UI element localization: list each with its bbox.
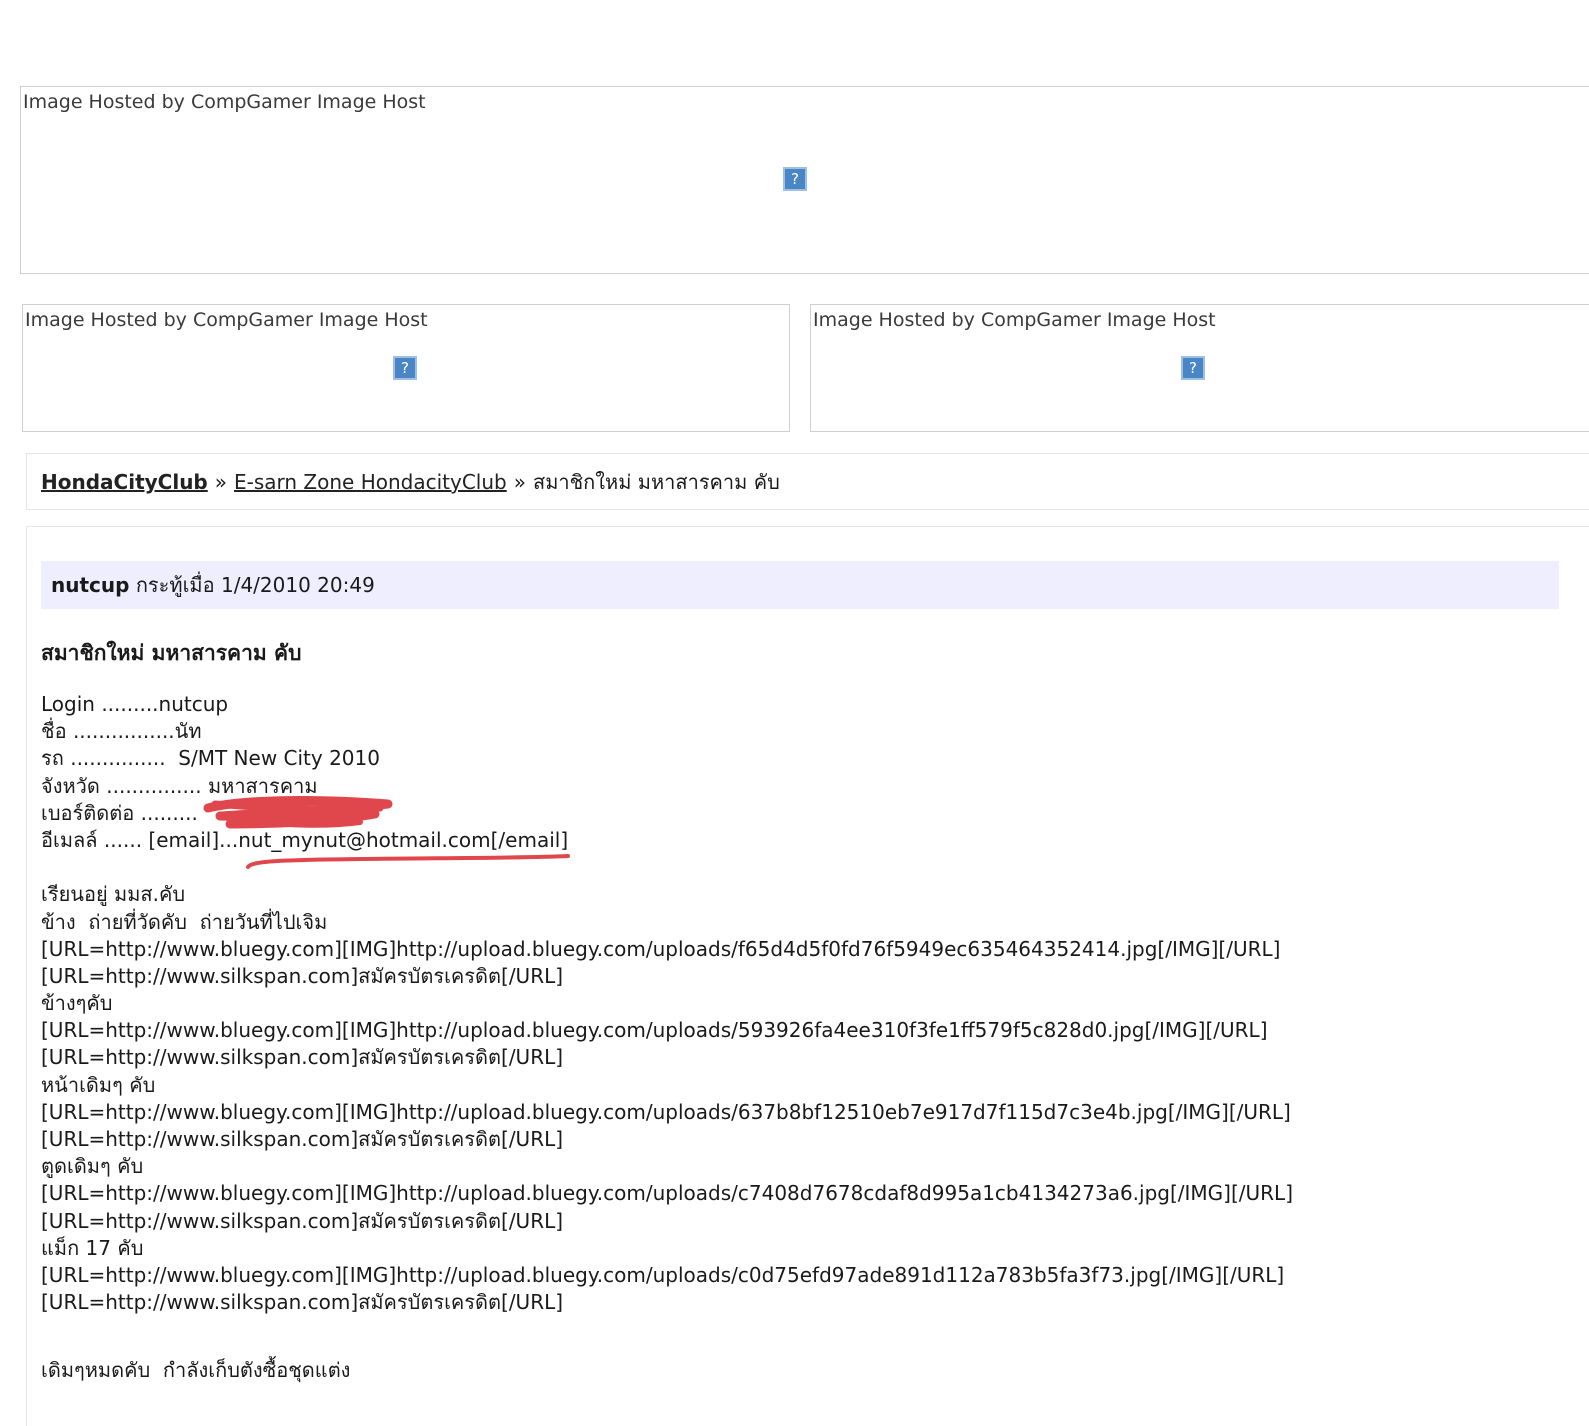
body-line: [URL=http://www.bluegy.com][IMG]http://u…	[41, 1262, 1285, 1287]
info-line-car: รถ ............... S/MT New City 2010	[41, 746, 380, 771]
image-alt-text: Image Hosted by CompGamer Image Host	[25, 309, 428, 331]
post-title: สมาชิกใหม่ มหาสารคาม คับ	[41, 641, 302, 665]
hosted-image-placeholder[interactable]: Image Hosted by CompGamer Image Host ?	[22, 304, 790, 432]
body-line: [URL=http://www.silkspan.com]สมัครบัตรเค…	[41, 1208, 564, 1233]
image-alt-text: Image Hosted by CompGamer Image Host	[23, 91, 426, 113]
body-line: [URL=http://www.bluegy.com][IMG]http://u…	[41, 1099, 1291, 1124]
hosted-image-placeholder[interactable]: Image Hosted by CompGamer Image Host ?	[810, 304, 1589, 432]
post-author: nutcup	[51, 573, 130, 597]
body-line: ข้าง ถ่ายที่วัดคับ ถ่ายวันที่ไปเจิม	[41, 909, 328, 934]
body-line: [URL=http://www.bluegy.com][IMG]http://u…	[41, 936, 1281, 961]
post-meta: กระทู้เมื่อ 1/4/2010 20:49	[135, 573, 375, 597]
body-line: หน้าเดิมๆ คับ	[41, 1072, 156, 1097]
body-line: ตูดเดิมๆ คับ	[41, 1154, 144, 1179]
breadcrumb-separator: »	[513, 470, 526, 494]
redaction-scribble	[203, 796, 393, 829]
hosted-image-placeholder[interactable]: Image Hosted by CompGamer Image Host ?	[20, 86, 1589, 274]
breadcrumb-current: สมาชิกใหม่ มหาสารคาม คับ	[532, 470, 780, 494]
body-line: [URL=http://www.bluegy.com][IMG]http://u…	[41, 1181, 1294, 1206]
broken-image-icon: ?	[1181, 356, 1205, 380]
body-line: [URL=http://www.silkspan.com]สมัครบัตรเค…	[41, 963, 564, 988]
breadcrumb-separator: »	[214, 470, 227, 494]
info-line-name: ชื่อ ................นัท	[41, 719, 202, 744]
body-line: [URL=http://www.bluegy.com][IMG]http://u…	[41, 1018, 1268, 1043]
body-line: ข้างๆคับ	[41, 991, 113, 1016]
image-alt-text: Image Hosted by CompGamer Image Host	[813, 309, 1216, 331]
broken-image-icon: ?	[393, 356, 417, 380]
body-line: [URL=http://www.silkspan.com]สมัครบัตรเค…	[41, 1127, 564, 1151]
email-underline-mark	[246, 854, 570, 869]
body-line: [URL=http://www.silkspan.com]สมัครบัตรเค…	[41, 1045, 564, 1070]
body-line: แม็ก 17 คับ	[41, 1235, 144, 1260]
breadcrumb-link-forum[interactable]: E-sarn Zone HondacityClub	[234, 470, 507, 494]
post-body: Login .........nutcup ชื่อ .............…	[41, 691, 1293, 1384]
post-header: nutcup กระทู้เมื่อ 1/4/2010 20:49	[41, 561, 1559, 609]
info-line-email: อีเมลล์ ...... [email]...nut_mynut@hotma…	[41, 827, 569, 852]
post-closing-line: เดิมๆหมดคับ กำลังเก็บตังซื้อชุดแต่ง	[41, 1357, 351, 1382]
info-line-login: Login .........nutcup	[41, 692, 229, 716]
breadcrumb: HondaCityClub» E-sarn Zone HondacityClub»…	[26, 453, 1589, 510]
breadcrumb-link-home[interactable]: HondaCityClub	[41, 470, 208, 494]
body-line: เรียนอยู่ มมส.คับ	[41, 882, 186, 907]
forum-post: nutcup กระทู้เมื่อ 1/4/2010 20:49 สมาชิก…	[26, 526, 1589, 1426]
broken-image-icon: ?	[783, 167, 807, 191]
body-line: [URL=http://www.silkspan.com]สมัครบัตรเค…	[41, 1290, 564, 1315]
